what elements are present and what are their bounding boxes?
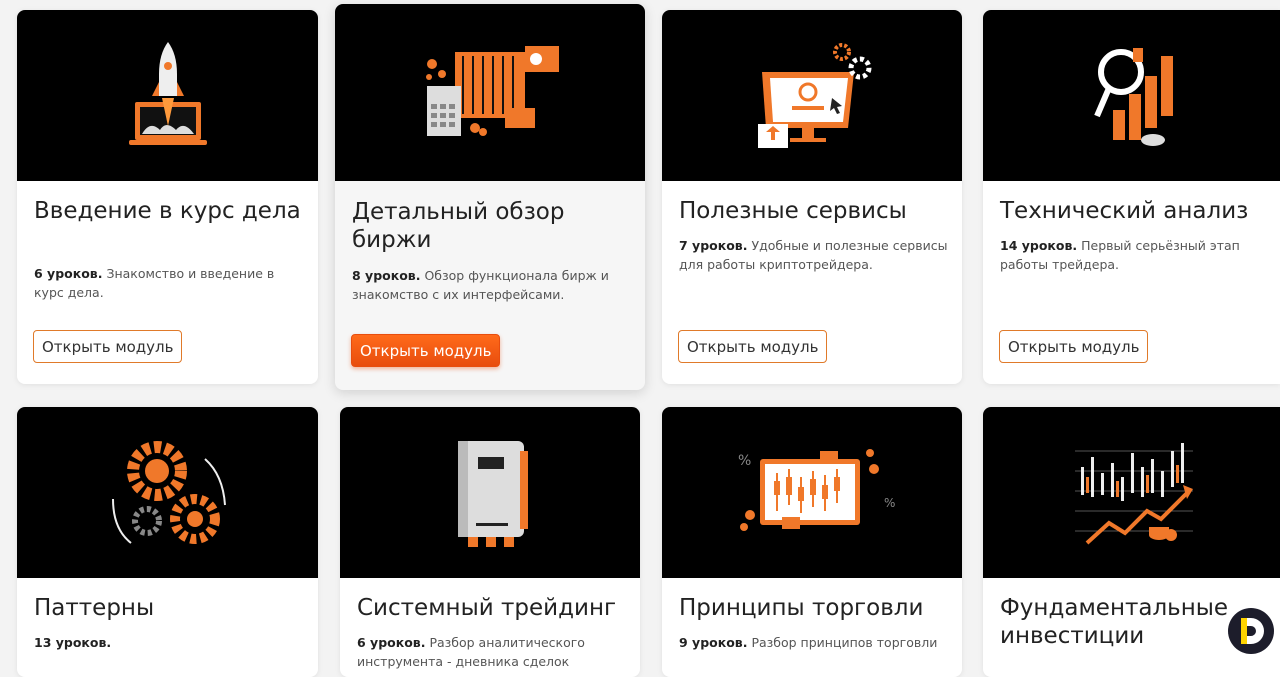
svg-text:%: %	[738, 453, 751, 469]
brand-logo[interactable]	[1228, 608, 1274, 654]
trading-journal-icon	[458, 441, 528, 547]
module-title: Детальный обзор биржи	[352, 199, 565, 253]
svg-text:%: %	[884, 496, 895, 510]
module-summary: Разбор принципов торговли	[751, 635, 938, 650]
open-module-button[interactable]: Открыть модуль	[999, 330, 1149, 363]
module-thumbnail	[17, 407, 318, 578]
monitor-gears-icon	[758, 43, 872, 148]
module-title: Паттерны	[34, 595, 155, 621]
brand-logo-icon	[1241, 618, 1264, 644]
module-thumbnail	[983, 407, 1280, 578]
module-thumbnail: % %	[662, 407, 962, 578]
lesson-count: 6 уроков.	[357, 635, 426, 650]
module-card[interactable]: Полезные сервисы 7 уроков. Удобные и пол…	[662, 10, 962, 384]
module-card[interactable]: % % Принципы торговли 9 уроков. Разбор п…	[662, 407, 962, 677]
module-description: 6 уроков. Разбор аналитического инструме…	[357, 633, 626, 671]
module-card[interactable]: Детальный обзор биржи 8 уроков. Обзор фу…	[335, 4, 645, 390]
module-description: 13 уроков.	[34, 633, 304, 652]
lesson-count: 14 уроков.	[1000, 238, 1078, 253]
module-card[interactable]: Паттерны 13 уроков.	[17, 407, 318, 677]
module-card[interactable]: Технический анализ 14 уроков. Первый сер…	[983, 10, 1280, 384]
open-module-button[interactable]: Открыть модуль	[678, 330, 828, 363]
module-description: 9 уроков. Разбор принципов торговли	[679, 633, 948, 652]
gears-cycle-icon	[112, 441, 226, 544]
module-description: 8 уроков. Обзор функционала бирж и знако…	[352, 266, 631, 304]
module-card[interactable]: Введение в курс дела 6 уроков. Знакомств…	[17, 10, 318, 384]
module-title: Полезные сервисы	[679, 198, 907, 224]
module-thumbnail	[983, 10, 1280, 181]
module-thumbnail	[340, 407, 640, 578]
module-thumbnail	[17, 10, 318, 181]
lesson-count: 6 уроков.	[34, 266, 103, 281]
magnifier-bars-icon	[1094, 48, 1173, 146]
lesson-count: 8 уроков.	[352, 268, 421, 283]
exchange-dashboard-icon	[426, 46, 559, 136]
module-description: 7 уроков. Удобные и полезные сервисы для…	[679, 236, 948, 274]
lesson-count: 7 уроков.	[679, 238, 748, 253]
candlestick-board-icon: % %	[738, 449, 895, 531]
open-module-button[interactable]: Открыть модуль	[33, 330, 183, 363]
module-thumbnail	[662, 10, 962, 181]
module-card[interactable]: Системный трейдинг 6 уроков. Разбор анал…	[340, 407, 640, 677]
module-title: Технический анализ	[1000, 198, 1249, 224]
module-title: Принципы торговли	[679, 595, 924, 621]
growth-chart-coins-icon	[1075, 443, 1193, 545]
module-description: 14 уроков. Первый серьёзный этап работы …	[1000, 236, 1266, 274]
module-description: 6 уроков. Знакомство и введение в курс д…	[34, 264, 304, 302]
rocket-laptop-icon	[129, 42, 207, 145]
lesson-count: 13 уроков.	[34, 635, 112, 650]
module-title: Системный трейдинг	[357, 595, 617, 621]
open-module-button[interactable]: Открыть модуль	[351, 334, 501, 367]
lesson-count: 9 уроков.	[679, 635, 748, 650]
module-thumbnail	[335, 4, 645, 181]
module-title: Введение в курс дела	[34, 198, 301, 224]
